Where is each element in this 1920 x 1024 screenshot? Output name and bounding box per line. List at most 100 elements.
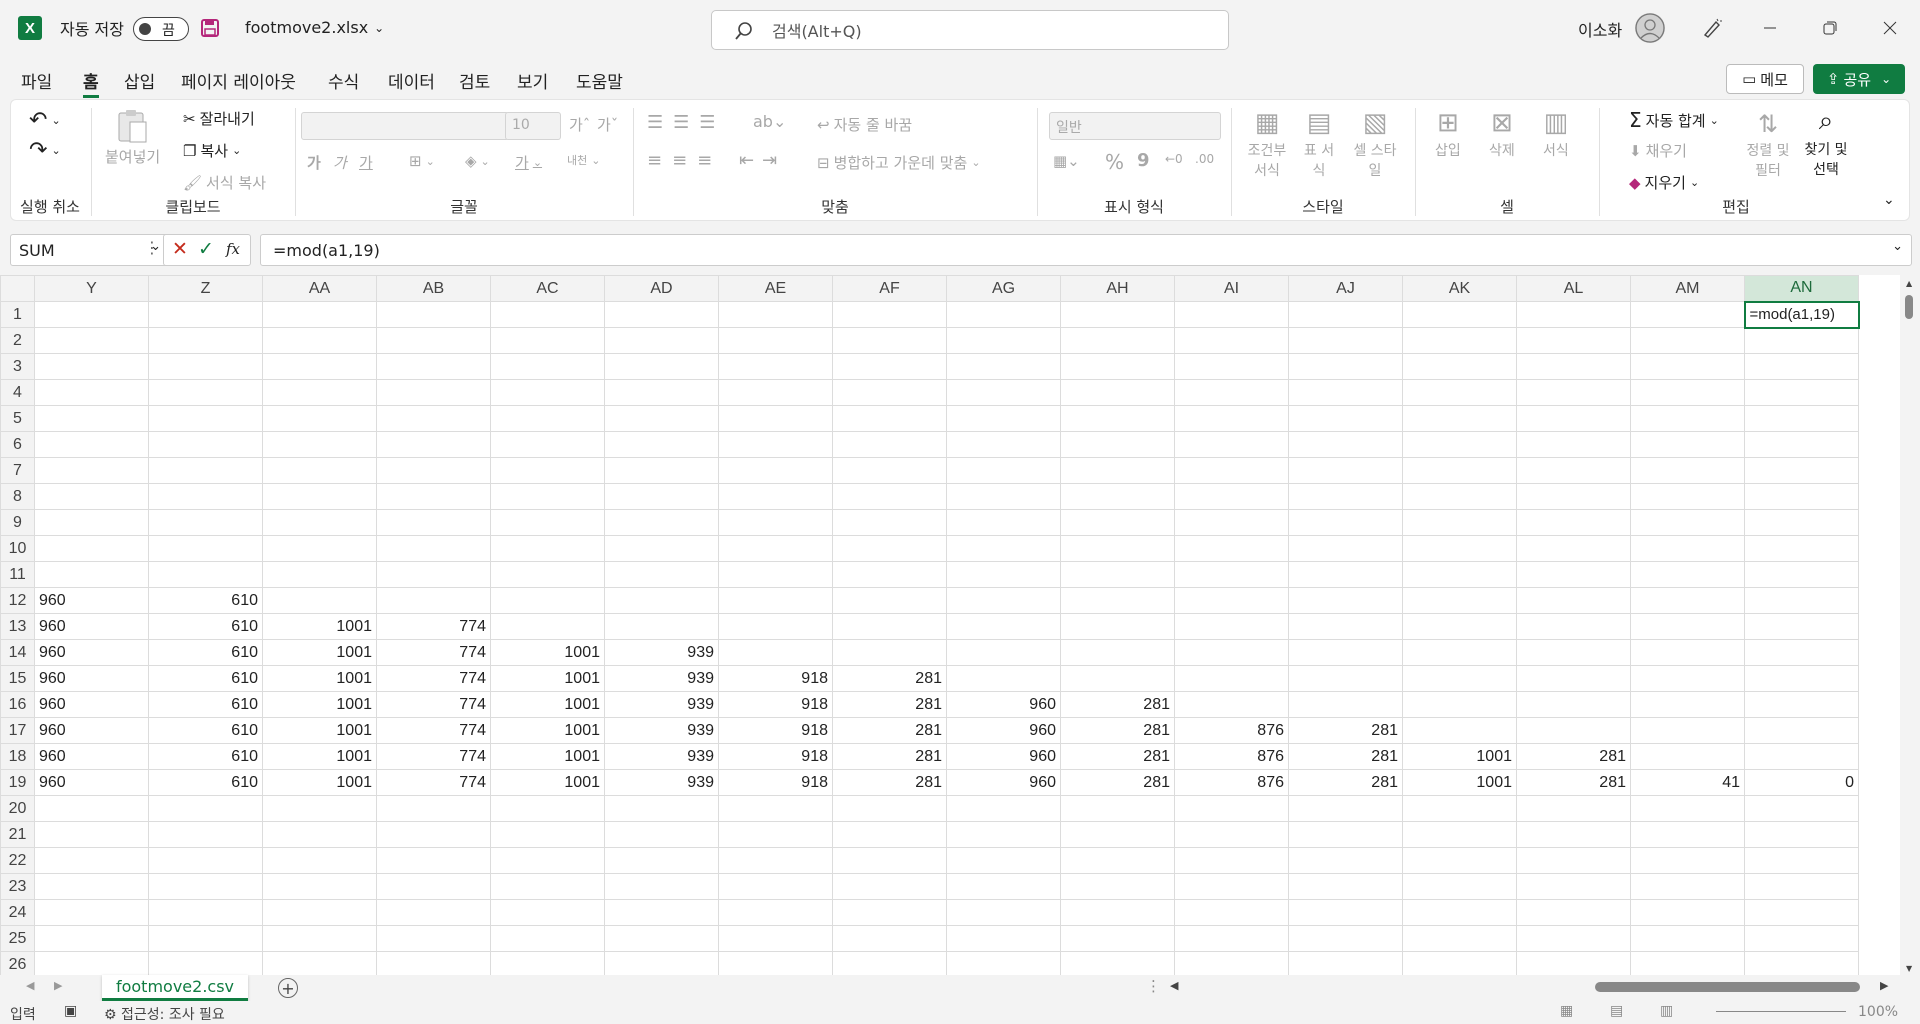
cell[interactable] <box>376 587 491 614</box>
cell[interactable]: 281 <box>1288 743 1403 770</box>
cell[interactable]: 774 <box>376 769 491 796</box>
scroll-left-icon[interactable]: ◀ <box>1170 979 1178 992</box>
cell[interactable]: 960 <box>946 743 1061 770</box>
cell[interactable] <box>1630 561 1745 588</box>
cell[interactable] <box>1630 743 1745 770</box>
cell[interactable] <box>148 379 263 406</box>
cell[interactable] <box>1516 405 1631 432</box>
cell[interactable] <box>946 639 1061 666</box>
cell[interactable] <box>1402 951 1517 975</box>
cell[interactable] <box>1630 301 1745 328</box>
cell[interactable] <box>1630 483 1745 510</box>
decrease-decimal-icon[interactable]: .00 <box>1195 152 1214 166</box>
cell[interactable] <box>1402 431 1517 458</box>
column-header[interactable]: AH <box>1060 275 1175 302</box>
cell[interactable] <box>148 847 263 874</box>
cell[interactable] <box>1630 353 1745 380</box>
cell[interactable] <box>148 925 263 952</box>
cell[interactable] <box>490 509 605 536</box>
cell[interactable] <box>1174 691 1289 718</box>
cell[interactable] <box>604 925 719 952</box>
cell[interactable] <box>1630 873 1745 900</box>
column-header[interactable]: AM <box>1630 275 1745 302</box>
cell[interactable] <box>946 951 1061 975</box>
cell[interactable] <box>148 483 263 510</box>
column-header[interactable]: AN <box>1744 275 1859 303</box>
cell[interactable] <box>34 951 149 975</box>
cell[interactable] <box>1174 665 1289 692</box>
cell[interactable] <box>376 847 491 874</box>
row-header[interactable]: 9 <box>0 509 35 536</box>
cell[interactable] <box>832 353 947 380</box>
cell[interactable] <box>832 873 947 900</box>
cell[interactable] <box>490 613 605 640</box>
prev-sheet-icon[interactable]: ◀ <box>26 979 34 992</box>
cell[interactable] <box>946 665 1061 692</box>
cell[interactable] <box>376 925 491 952</box>
row-header[interactable]: 1 <box>0 301 35 328</box>
active-cell[interactable]: =mod(a1,19) <box>1743 300 1860 329</box>
row-header[interactable]: 20 <box>0 795 35 822</box>
cell[interactable] <box>262 951 377 975</box>
cell[interactable]: 281 <box>1060 691 1175 718</box>
cell[interactable] <box>1630 717 1745 744</box>
tab-splitter-icon[interactable]: ⋮ <box>1146 977 1161 995</box>
row-header[interactable]: 26 <box>0 951 35 975</box>
cell[interactable] <box>148 405 263 432</box>
cell[interactable] <box>490 951 605 975</box>
cell[interactable] <box>1744 405 1859 432</box>
cell[interactable] <box>946 847 1061 874</box>
cell[interactable] <box>34 301 149 328</box>
cell[interactable] <box>34 353 149 380</box>
cell[interactable] <box>604 353 719 380</box>
cell[interactable]: 1001 <box>1402 769 1517 796</box>
cell[interactable] <box>1402 535 1517 562</box>
cell[interactable] <box>262 483 377 510</box>
cell[interactable] <box>262 821 377 848</box>
cell[interactable] <box>604 613 719 640</box>
cell[interactable] <box>1630 379 1745 406</box>
cell[interactable] <box>1516 639 1631 666</box>
column-header[interactable]: AE <box>718 275 833 302</box>
cell[interactable] <box>1060 483 1175 510</box>
number-format-combo[interactable]: 일반 <box>1049 112 1221 140</box>
cell[interactable] <box>1402 483 1517 510</box>
cell[interactable] <box>946 561 1061 588</box>
cell[interactable] <box>490 431 605 458</box>
cell[interactable] <box>1060 951 1175 975</box>
cell[interactable] <box>1288 353 1403 380</box>
row-header[interactable]: 23 <box>0 873 35 900</box>
cell[interactable] <box>148 899 263 926</box>
cell[interactable] <box>1060 587 1175 614</box>
cell[interactable]: 960 <box>34 665 149 692</box>
cell[interactable] <box>1174 821 1289 848</box>
cell[interactable] <box>1060 613 1175 640</box>
shrink-font-button[interactable]: 가ˇ <box>597 114 618 135</box>
cell[interactable] <box>946 483 1061 510</box>
cell[interactable] <box>1174 405 1289 432</box>
pen-icon[interactable] <box>1692 12 1732 44</box>
cell[interactable] <box>1174 925 1289 952</box>
cell[interactable] <box>1744 821 1859 848</box>
cell[interactable] <box>1174 379 1289 406</box>
cell[interactable] <box>1744 691 1859 718</box>
cell[interactable] <box>718 561 833 588</box>
sheet-tab[interactable]: footmove2.csv <box>102 975 248 1001</box>
cell[interactable] <box>604 431 719 458</box>
column-header[interactable]: AI <box>1174 275 1289 302</box>
cell[interactable] <box>832 613 947 640</box>
cell[interactable] <box>1402 717 1517 744</box>
add-sheet-icon[interactable]: + <box>278 978 298 998</box>
wrap-text-button[interactable]: ↩ 자동 줄 바꿈 <box>817 114 912 135</box>
cell[interactable] <box>832 379 947 406</box>
cell[interactable] <box>1060 561 1175 588</box>
row-header[interactable]: 7 <box>0 457 35 484</box>
cell[interactable] <box>490 379 605 406</box>
row-header[interactable]: 16 <box>0 691 35 718</box>
row-header[interactable]: 21 <box>0 821 35 848</box>
cell[interactable] <box>604 899 719 926</box>
cell[interactable] <box>832 483 947 510</box>
cell[interactable] <box>1174 483 1289 510</box>
cell[interactable]: 610 <box>148 691 263 718</box>
cell[interactable] <box>262 457 377 484</box>
